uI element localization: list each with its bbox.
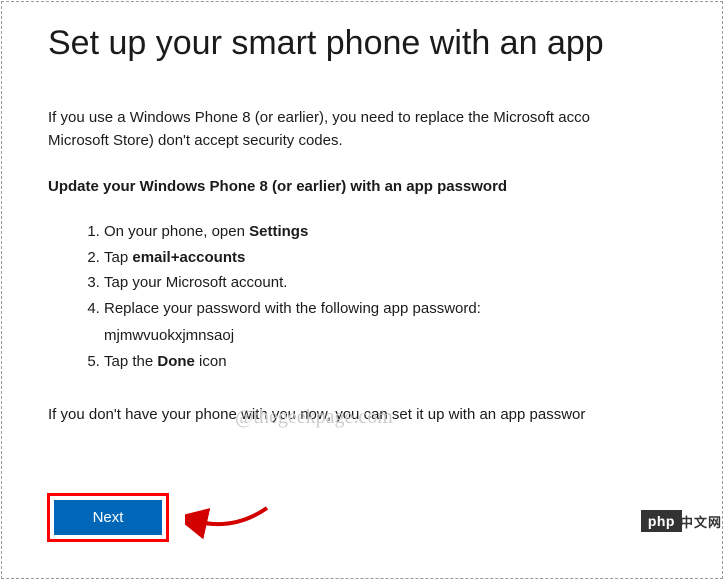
- arrow-annotation-icon: [185, 500, 275, 540]
- php-logo-text: 中文网: [680, 512, 722, 531]
- intro-line-2: Microsoft Store) don't accept security c…: [48, 132, 343, 149]
- steps-list: On your phone, open Settings Tap email+a…: [48, 219, 676, 374]
- intro-paragraph: If you use a Windows Phone 8 (or earlier…: [48, 107, 676, 152]
- section-heading: Update your Windows Phone 8 (or earlier)…: [48, 178, 676, 195]
- php-logo-box: php: [641, 510, 682, 532]
- page-title: Set up your smart phone with an app: [48, 24, 676, 63]
- app-password-value: mjmwvuokxjmnsaoj: [104, 323, 676, 349]
- step-1: On your phone, open Settings: [104, 219, 676, 245]
- step-2: Tap email+accounts: [104, 245, 676, 271]
- highlight-annotation: Next: [47, 493, 169, 542]
- intro-line-1: If you use a Windows Phone 8 (or earlier…: [48, 109, 590, 126]
- step-3: Tap your Microsoft account.: [104, 270, 676, 296]
- outro-paragraph: If you don't have your phone with you no…: [48, 404, 676, 427]
- step-5: Tap the Done icon: [104, 349, 676, 375]
- php-logo: php 中文网: [641, 510, 722, 532]
- step-4: Replace your password with the following…: [104, 296, 676, 349]
- next-button[interactable]: Next: [54, 500, 162, 535]
